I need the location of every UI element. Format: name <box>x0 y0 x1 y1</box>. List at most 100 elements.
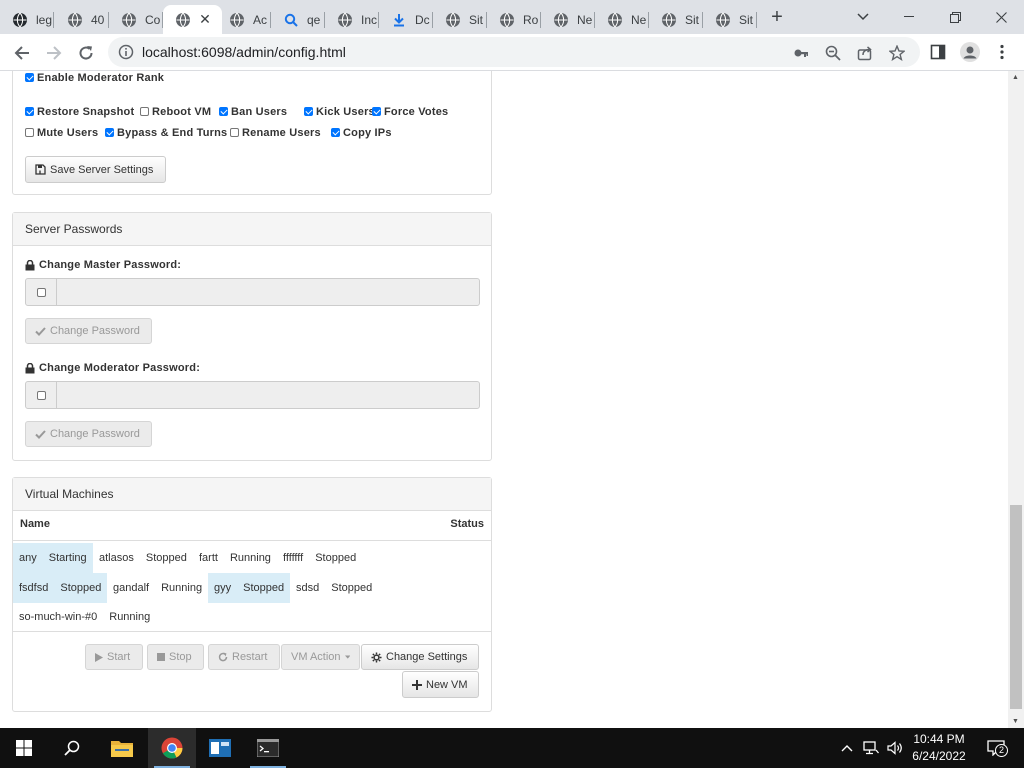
scroll-up-arrow-icon[interactable]: ▲ <box>1012 74 1019 81</box>
vm-item[interactable]: any Starting <box>13 543 93 573</box>
checkbox-icon[interactable] <box>25 107 34 116</box>
vm-status: Stopped <box>243 582 285 594</box>
change-master-password-button[interactable]: Change Password <box>25 318 152 344</box>
close-tab-icon[interactable]: ✕ <box>196 10 214 28</box>
checkbox-icon[interactable] <box>331 128 340 137</box>
save-server-settings-button[interactable]: Save Server Settings <box>25 156 166 183</box>
minimize-button[interactable] <box>886 0 932 34</box>
vm-item[interactable]: so-much-win-#0 Running <box>13 602 156 632</box>
permission-checkbox[interactable]: Force Votes <box>372 106 448 118</box>
show-master-password-checkbox[interactable] <box>36 287 46 297</box>
permission-checkbox[interactable]: Reboot VM <box>140 106 211 118</box>
vm-status: Running <box>229 552 271 564</box>
info-icon[interactable] <box>118 44 134 60</box>
search-button[interactable] <box>48 728 96 768</box>
enable-moderator-rank-checkbox[interactable]: Enable Moderator Rank <box>25 72 164 84</box>
scroll-down-arrow-icon[interactable]: ▼ <box>1012 718 1019 725</box>
zoom-out-icon[interactable] <box>824 44 842 62</box>
restart-icon <box>218 652 228 662</box>
permission-checkbox[interactable]: Restore Snapshot <box>25 106 134 118</box>
start-vm-button[interactable]: Start <box>85 644 143 670</box>
browser-tab[interactable]: Sit <box>649 5 703 34</box>
browser-tab[interactable]: Dc <box>379 5 433 34</box>
restore-button[interactable] <box>932 0 978 34</box>
browser-tab[interactable]: Ne <box>541 5 595 34</box>
master-password-input[interactable] <box>56 278 480 306</box>
permission-checkbox[interactable]: Kick Users <box>304 106 375 118</box>
star-icon[interactable] <box>888 44 906 62</box>
checkbox-icon[interactable] <box>219 107 228 116</box>
browser-tab[interactable]: Ne <box>595 5 649 34</box>
volume-icon[interactable] <box>886 738 904 758</box>
server-settings-panel: Enable Moderator Rank Restore Snapshot Re… <box>12 71 492 195</box>
checkbox-icon[interactable] <box>140 107 149 116</box>
tab-search-button[interactable] <box>850 4 876 30</box>
key-icon[interactable] <box>792 44 810 62</box>
checkbox-icon[interactable] <box>372 107 381 116</box>
vm-status: Stopped <box>145 552 187 564</box>
checkbox-icon[interactable] <box>25 73 34 82</box>
reload-button[interactable] <box>72 39 100 67</box>
checkbox-icon[interactable] <box>304 107 313 116</box>
vm-item[interactable]: atlasos Stopped <box>93 543 193 573</box>
browser-tab[interactable]: Ro <box>487 5 541 34</box>
permission-checkbox[interactable]: Copy IPs <box>331 127 392 139</box>
checkbox-icon[interactable] <box>25 128 34 137</box>
vm-item[interactable]: fartt Running <box>193 543 277 573</box>
clock-date[interactable]: 6/24/2022 <box>908 749 970 763</box>
virtual-machines-panel: Virtual Machines Name Status any Starting… <box>12 477 492 712</box>
browser-tab[interactable]: 40 <box>55 5 109 34</box>
moderator-password-group <box>25 381 480 409</box>
browser-tab[interactable]: Ac <box>217 5 271 34</box>
browser-tab[interactable]: leg <box>0 5 54 34</box>
moderator-password-input[interactable] <box>56 381 480 409</box>
clock-time[interactable]: 10:44 PM <box>908 732 970 746</box>
vm-status: Stopped <box>60 582 102 594</box>
forward-button[interactable] <box>40 39 68 67</box>
browser-tab[interactable]: ✕ <box>163 5 222 34</box>
permission-checkbox[interactable]: Mute Users <box>25 127 98 139</box>
vm-action-dropdown[interactable]: VM Action <box>281 644 360 670</box>
permission-checkbox[interactable]: Bypass & End Turns <box>105 127 227 139</box>
browser-tab[interactable]: Co <box>109 5 163 34</box>
new-vm-button[interactable]: New VM <box>402 671 479 698</box>
notifications-button[interactable]: 2 <box>984 738 1008 758</box>
checkbox-icon[interactable] <box>230 128 239 137</box>
restart-vm-button[interactable]: Restart <box>208 644 280 670</box>
network-icon[interactable] <box>862 738 880 758</box>
url-text[interactable]: localhost:6098/admin/config.html <box>142 44 346 60</box>
terminal-button[interactable] <box>244 728 292 768</box>
change-moderator-password-button[interactable]: Change Password <box>25 421 152 447</box>
close-window-button[interactable] <box>978 0 1024 34</box>
permission-checkbox[interactable]: Ban Users <box>219 106 287 118</box>
chrome-taskbar-button[interactable] <box>148 728 196 768</box>
permission-checkbox[interactable]: Rename Users <box>230 127 321 139</box>
browser-tab[interactable]: Sit <box>433 5 487 34</box>
file-explorer-button[interactable] <box>98 728 146 768</box>
scrollbar-thumb[interactable] <box>1010 505 1022 709</box>
share-icon[interactable] <box>856 44 874 62</box>
back-button[interactable] <box>8 39 36 67</box>
checkbox-icon[interactable] <box>105 128 114 137</box>
server-manager-button[interactable] <box>196 728 244 768</box>
profile-avatar[interactable] <box>960 42 980 62</box>
browser-tab[interactable]: qe <box>271 5 325 34</box>
side-panel-icon[interactable] <box>928 42 948 62</box>
vm-item[interactable]: fffffff Stopped <box>277 543 362 573</box>
browser-tab[interactable]: Inc <box>325 5 379 34</box>
vm-item[interactable]: gyy Stopped <box>208 573 291 603</box>
menu-icon[interactable] <box>992 42 1012 62</box>
page-scrollbar[interactable]: ▲ ▼ <box>1008 71 1024 728</box>
browser-tab[interactable]: Sit <box>703 5 757 34</box>
vm-item[interactable]: sdsd Stopped <box>290 573 378 603</box>
show-hidden-icons-button[interactable] <box>838 738 856 758</box>
vm-item[interactable]: gandalf Running <box>107 573 208 603</box>
globe-icon <box>661 12 677 28</box>
change-settings-button[interactable]: Change Settings <box>361 644 479 670</box>
vm-item[interactable]: fsdfsd Stopped <box>13 573 108 603</box>
start-button[interactable] <box>0 728 48 768</box>
stop-vm-button[interactable]: Stop <box>147 644 204 670</box>
show-moderator-password-checkbox[interactable] <box>36 390 46 400</box>
address-bar[interactable]: localhost:6098/admin/config.html <box>108 37 920 67</box>
new-tab-button[interactable]: + <box>765 5 789 29</box>
